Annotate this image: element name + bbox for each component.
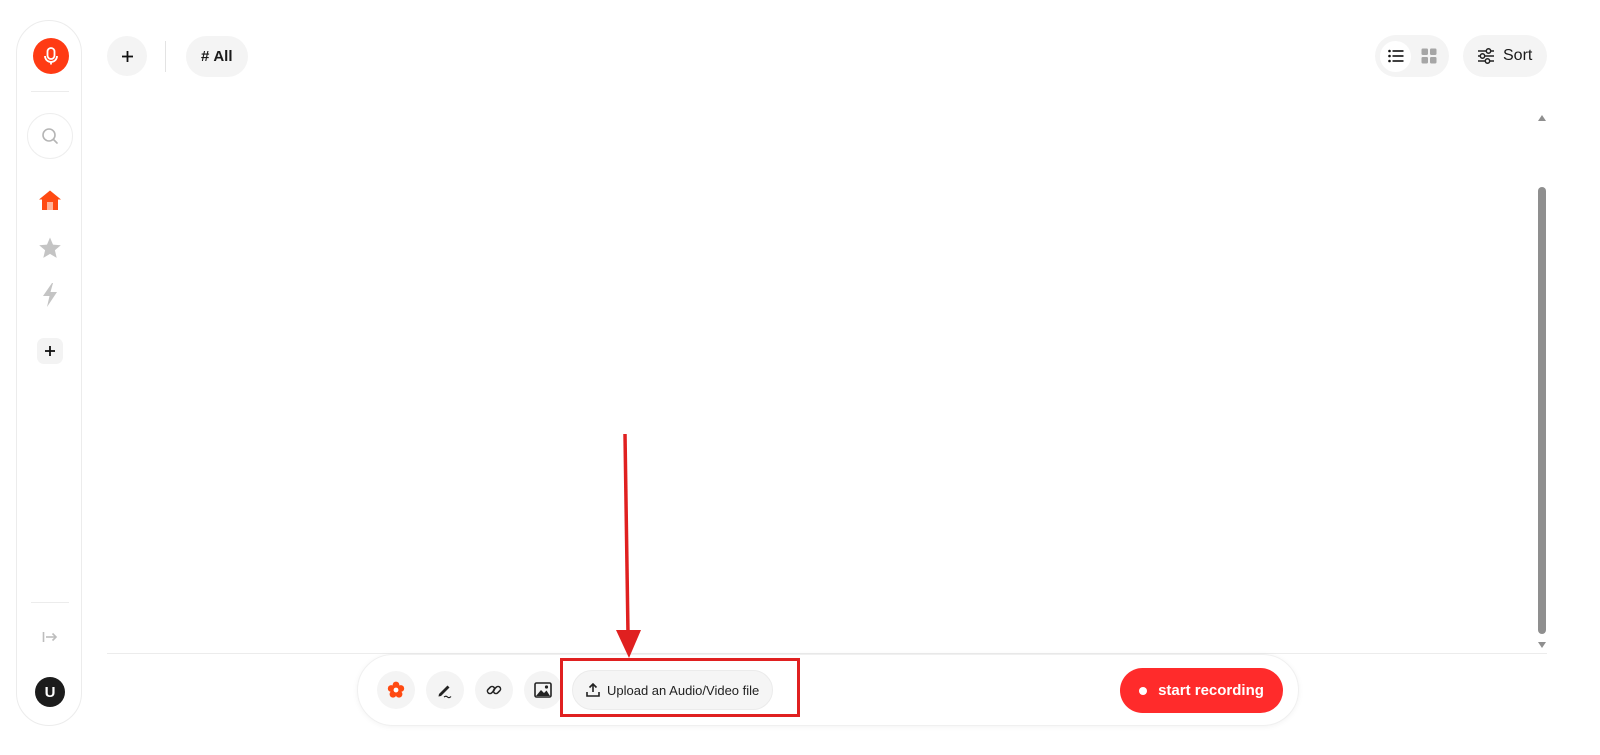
scrollbar-thumb[interactable] bbox=[1538, 187, 1546, 634]
search-icon bbox=[42, 128, 58, 144]
home-icon bbox=[39, 190, 61, 210]
sidebar-item-favorites[interactable] bbox=[35, 233, 65, 263]
sidebar-item-home[interactable] bbox=[35, 185, 65, 215]
start-recording-button[interactable]: start recording bbox=[1120, 668, 1283, 713]
star-icon bbox=[39, 237, 61, 258]
tag-filter-all[interactable]: # All bbox=[186, 36, 248, 77]
plus-icon bbox=[45, 346, 55, 356]
plus-icon bbox=[121, 50, 133, 62]
new-note-button[interactable] bbox=[107, 36, 147, 76]
pen-icon bbox=[438, 685, 452, 699]
start-recording-label: start recording bbox=[1158, 682, 1264, 699]
hash-icon: # bbox=[201, 48, 210, 65]
view-mode-toggle bbox=[1375, 35, 1449, 77]
image-icon bbox=[534, 682, 552, 698]
microphone-icon bbox=[44, 47, 58, 65]
sidebar-divider-top bbox=[31, 91, 69, 92]
sliders-icon bbox=[1478, 48, 1494, 64]
list-view-button[interactable] bbox=[1380, 40, 1411, 72]
avatar[interactable]: U bbox=[35, 677, 65, 707]
triangle-down-icon bbox=[1538, 642, 1546, 648]
sidebar-divider-bottom bbox=[31, 602, 69, 603]
capture-bar: Upload an Audio/Video file start recordi… bbox=[357, 654, 1299, 726]
sidebar-item-automations[interactable] bbox=[35, 280, 65, 310]
scroll-up-arrow[interactable] bbox=[1537, 113, 1547, 123]
tag-filter-label: All bbox=[213, 48, 233, 65]
annotation-arrow bbox=[616, 433, 641, 658]
add-image-button[interactable] bbox=[524, 671, 562, 709]
grid-view-button[interactable] bbox=[1413, 41, 1444, 72]
flower-icon bbox=[387, 681, 405, 698]
sidebar-item-search[interactable] bbox=[27, 113, 73, 159]
grid-icon bbox=[1421, 48, 1436, 64]
sidebar-add-button[interactable] bbox=[37, 338, 63, 364]
record-dot-icon bbox=[1139, 686, 1148, 695]
sort-label: Sort bbox=[1503, 47, 1533, 64]
collapse-sidebar-icon bbox=[42, 632, 58, 642]
header-divider bbox=[165, 41, 166, 72]
list-icon bbox=[1387, 49, 1403, 63]
annotation-highlight-box bbox=[560, 658, 800, 717]
lightning-icon bbox=[43, 283, 57, 307]
write-note-button[interactable] bbox=[426, 671, 464, 709]
collapse-sidebar-button[interactable] bbox=[38, 625, 62, 649]
sort-button[interactable]: Sort bbox=[1463, 35, 1548, 77]
add-link-button[interactable] bbox=[475, 671, 513, 709]
triangle-up-icon bbox=[1538, 115, 1546, 121]
link-icon bbox=[486, 685, 502, 695]
sidebar: U bbox=[16, 20, 82, 726]
ai-tool-button[interactable] bbox=[377, 671, 415, 709]
scroll-down-arrow[interactable] bbox=[1537, 640, 1547, 650]
app-logo[interactable] bbox=[33, 38, 69, 74]
